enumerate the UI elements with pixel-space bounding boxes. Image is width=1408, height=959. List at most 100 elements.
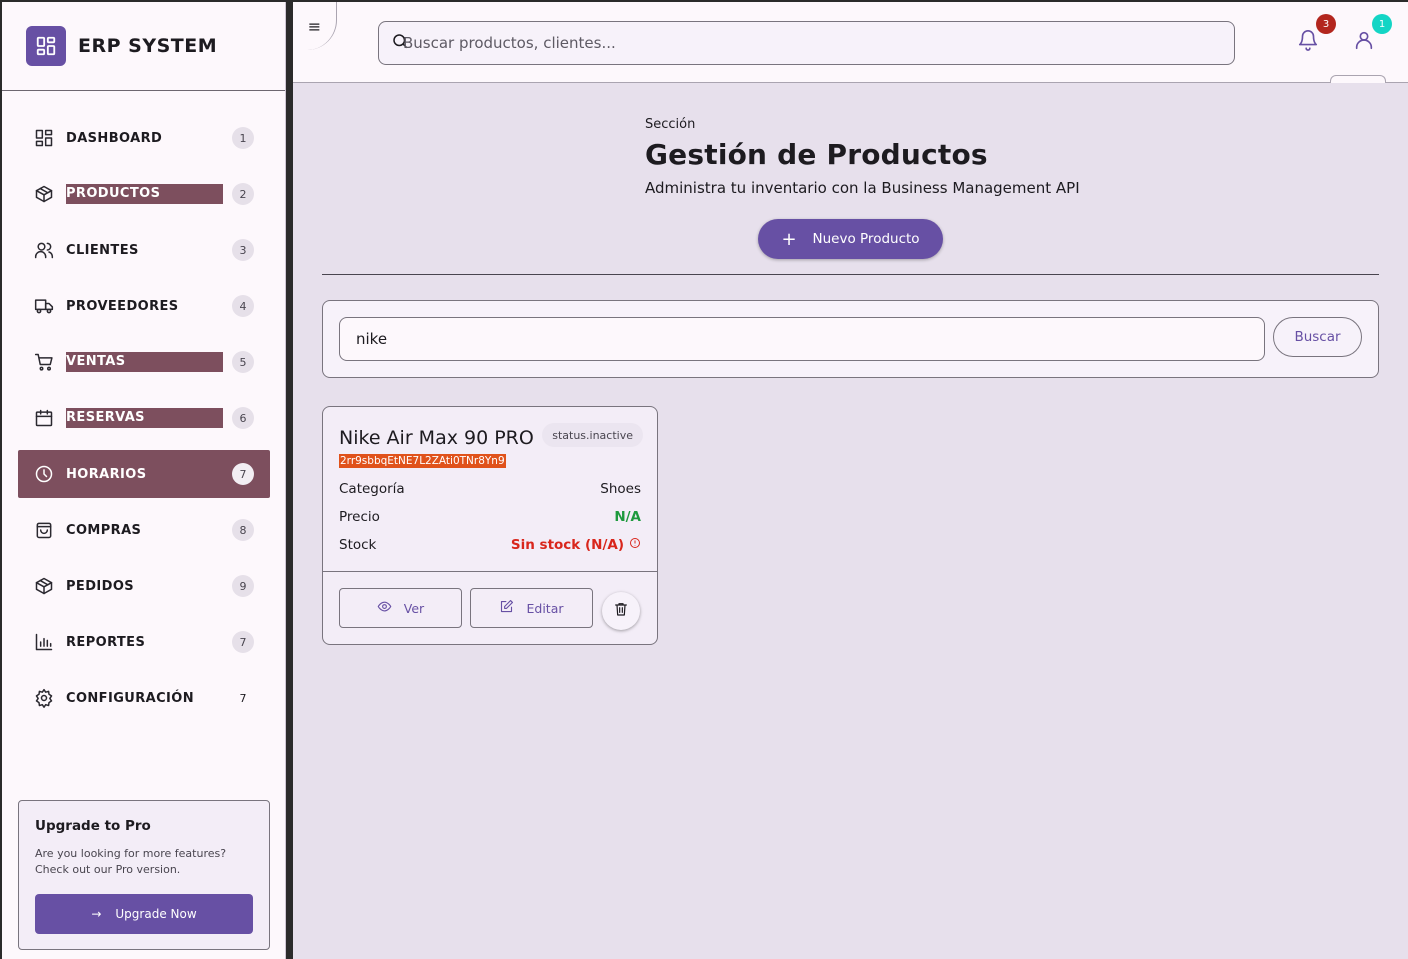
sidebar-item-proveedores[interactable]: PROVEEDORES 4 <box>18 282 270 330</box>
count-badge: 6 <box>232 407 254 429</box>
sidebar-item-horarios[interactable]: HORARIOS 7 <box>18 450 270 498</box>
sidebar-item-label: REPORTES <box>66 634 146 650</box>
notifications-button[interactable]: 3 <box>1294 14 1336 56</box>
view-button[interactable]: Ver <box>339 588 462 628</box>
sidebar-item-reservas[interactable]: RESERVAS 6 <box>18 394 270 442</box>
sidebar-nav: DASHBOARD 1 PRODUCTOS 2 CLIENTES 3 PROVE… <box>18 114 270 730</box>
sidebar-item-label: PEDIDOS <box>66 578 135 594</box>
divider <box>322 274 1379 275</box>
product-search-input[interactable] <box>339 317 1265 361</box>
topbar: ≡ 3 1 <box>293 2 1408 83</box>
product-id: 2rr9sbbqEtNE7L2ZAti0TNr8Yn9 <box>339 454 506 468</box>
card-divider <box>323 571 657 572</box>
alert-circle-icon <box>629 537 641 553</box>
count-badge: 8 <box>232 519 254 541</box>
plus-icon: + <box>781 228 797 250</box>
stock-value: Sin stock (N/A) <box>511 537 641 553</box>
sidebar-item-configuracion[interactable]: CONFIGURACIÓN 7 <box>18 674 270 722</box>
filter-card: Buscar <box>322 300 1379 378</box>
count-badge: 9 <box>232 575 254 597</box>
edit-icon <box>499 599 514 617</box>
sidebar: ERP SYSTEM DASHBOARD 1 PRODUCTOS 2 CLIEN… <box>2 2 286 959</box>
row-value: Sin stock (N/A) <box>510 537 624 553</box>
box-icon <box>34 184 54 204</box>
product-row-category: Categoría Shoes <box>339 481 641 497</box>
dashboard-icon <box>34 128 54 148</box>
row-label: Stock <box>339 537 377 553</box>
eye-icon <box>377 599 392 617</box>
upgrade-text: Are you looking for more features? Check… <box>35 847 227 876</box>
sidebar-item-label: HORARIOS <box>66 466 147 482</box>
sidebar-item-label: PRODUCTOS <box>66 184 223 204</box>
grid-icon[interactable] <box>26 26 66 66</box>
truck-icon <box>34 296 54 316</box>
count-badge: 3 <box>232 239 254 261</box>
gear-icon <box>34 688 54 708</box>
section-label: Sección <box>645 117 696 132</box>
sidebar-item-label: VENTAS <box>66 352 223 372</box>
sidebar-item-label: COMPRAS <box>66 522 142 538</box>
upgrade-button-label: Upgrade Now <box>115 907 197 921</box>
count-badge: 5 <box>232 351 254 373</box>
clock-icon <box>34 464 54 484</box>
search-button[interactable]: Buscar <box>1273 317 1362 357</box>
brand-header: ERP SYSTEM <box>2 2 285 91</box>
user-button[interactable]: 1 <box>1350 14 1392 56</box>
sidebar-item-label: CLIENTES <box>66 242 139 258</box>
arrow-right-icon: → <box>91 907 102 921</box>
page-title: Gestión de Productos <box>645 138 988 171</box>
count-badge: 2 <box>232 183 254 205</box>
sidebar-item-label: PROVEEDORES <box>66 298 179 314</box>
sidebar-item-label: DASHBOARD <box>66 130 163 146</box>
sidebar-item-dashboard[interactable]: DASHBOARD 1 <box>18 114 270 162</box>
trash-icon <box>613 601 629 621</box>
row-label: Categoría <box>339 481 405 497</box>
search-input[interactable] <box>403 34 1183 52</box>
upgrade-title: Upgrade to Pro <box>35 818 151 834</box>
global-search <box>378 21 1235 65</box>
notification-count-badge: 3 <box>1316 14 1336 34</box>
upgrade-card: Upgrade to Pro Are you looking for more … <box>18 800 270 950</box>
sidebar-item-reportes[interactable]: REPORTES 7 <box>18 618 270 666</box>
sidebar-item-clientes[interactable]: CLIENTES 3 <box>18 226 270 274</box>
sidebar-item-ventas[interactable]: VENTAS 5 <box>18 338 270 386</box>
product-card: Nike Air Max 90 PRO status.inactive 2rr9… <box>322 406 658 645</box>
delete-button[interactable] <box>602 592 640 630</box>
sidebar-item-label: RESERVAS <box>66 408 223 428</box>
product-name: Nike Air Max 90 PRO <box>339 427 534 449</box>
count-badge: 7 <box>232 631 254 653</box>
sidebar-item-label: CONFIGURACIÓN <box>66 690 194 706</box>
row-value: Shoes <box>600 481 641 497</box>
count-badge: 7 <box>239 691 247 705</box>
row-value: N/A <box>614 509 641 525</box>
status-badge: status.inactive <box>542 423 643 447</box>
page-subtitle: Administra tu inventario con la Business… <box>645 179 1080 197</box>
calendar-icon <box>34 408 54 428</box>
collapsed-tab[interactable] <box>1330 75 1386 83</box>
edit-button[interactable]: Editar <box>470 588 593 628</box>
new-product-button[interactable]: + Nuevo Producto <box>758 219 943 259</box>
row-label: Precio <box>339 509 380 525</box>
bell-icon <box>1297 29 1319 55</box>
count-badge: 4 <box>232 295 254 317</box>
user-icon <box>1353 29 1375 55</box>
box-icon <box>34 576 54 596</box>
sidebar-item-pedidos[interactable]: PEDIDOS 9 <box>18 562 270 610</box>
edit-label: Editar <box>526 600 564 616</box>
user-count-badge: 1 <box>1372 14 1392 34</box>
view-label: Ver <box>403 600 425 616</box>
bag-icon <box>34 520 54 540</box>
main-content: ≡ 3 1 Sección Gestión de Productos Admin… <box>293 2 1408 959</box>
new-product-label: Nuevo Producto <box>812 231 920 247</box>
bar-chart-icon <box>34 632 54 652</box>
brand-title: ERP SYSTEM <box>78 35 218 57</box>
upgrade-button[interactable]: → Upgrade Now <box>35 894 253 934</box>
sidebar-item-productos[interactable]: PRODUCTOS 2 <box>18 170 270 218</box>
users-icon <box>34 240 54 260</box>
count-badge: 1 <box>232 127 254 149</box>
product-row-stock: Stock Sin stock (N/A) <box>339 537 641 553</box>
page-header: Sección Gestión de Productos Administra … <box>645 117 1080 197</box>
menu-icon[interactable]: ≡ <box>293 2 337 50</box>
sidebar-item-compras[interactable]: COMPRAS 8 <box>18 506 270 554</box>
product-row-price: Precio N/A <box>339 509 641 525</box>
